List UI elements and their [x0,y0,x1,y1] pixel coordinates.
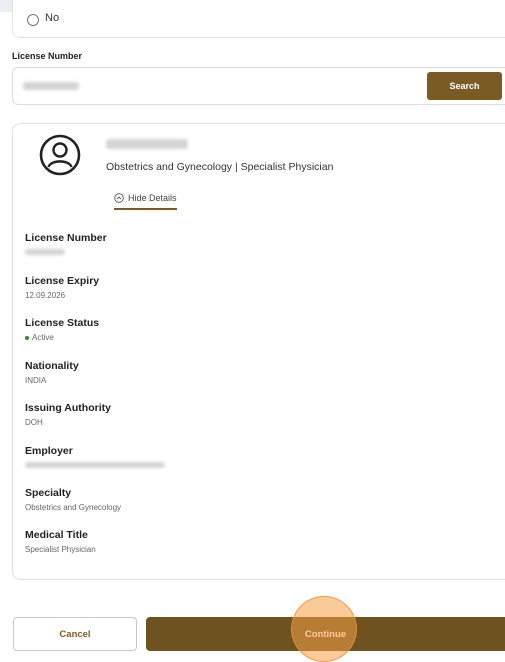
detail-label: Nationality [25,360,79,372]
hide-details-toggle[interactable]: Hide Details [114,190,177,210]
detail-label: Specialty [25,487,72,499]
status-active-dot-icon [25,335,29,340]
detail-value: Active [25,333,99,342]
detail-medical-title: Medical Title Specialist Physician [25,529,96,554]
detail-employer: Employer [25,445,165,470]
radio-no-label: No [45,12,60,24]
redacted-professional-name [106,139,188,149]
detail-label: Medical Title [25,529,88,541]
detail-issuing-authority: Issuing Authority DOH [25,402,111,427]
redacted-license-number [25,249,65,255]
detail-license-number: License Number [25,232,107,257]
license-number-label: License Number [12,51,83,61]
detail-label: License Number [25,232,107,244]
redacted-license-value [23,82,79,90]
detail-label: License Status [25,317,100,329]
detail-value: INDIA [25,376,47,385]
cancel-button[interactable]: Cancel [13,617,137,651]
detail-label: License Expiry [25,275,100,287]
detail-value: 12.09.2026 [25,291,66,300]
detail-specialty: Specialty Obstetrics and Gynecology [25,487,121,512]
status-text: Active [32,333,54,342]
detail-value: Obstetrics and Gynecology [25,503,122,512]
detail-nationality: Nationality INDIA [25,360,79,385]
professional-subtitle: Obstetrics and Gynecology | Specialist P… [106,161,334,173]
detail-license-status: License Status Active [25,317,99,342]
continue-button[interactable]: Continue [146,617,505,651]
radio-no[interactable] [27,14,39,26]
user-circle-icon [39,134,81,176]
detail-value: DOH [25,418,43,427]
detail-label: Issuing Authority [25,402,111,414]
collapse-circle-icon [114,193,124,203]
hide-details-label: Hide Details [128,193,177,203]
search-button[interactable]: Search [427,72,502,100]
detail-value [25,248,107,257]
detail-license-expiry: License Expiry 12.09.2026 [25,275,99,300]
detail-value: Specialist Physician [25,545,96,554]
radio-option-card[interactable]: No [12,0,505,38]
detail-value [25,461,165,470]
redacted-employer [25,462,165,468]
detail-label: Employer [25,445,73,457]
